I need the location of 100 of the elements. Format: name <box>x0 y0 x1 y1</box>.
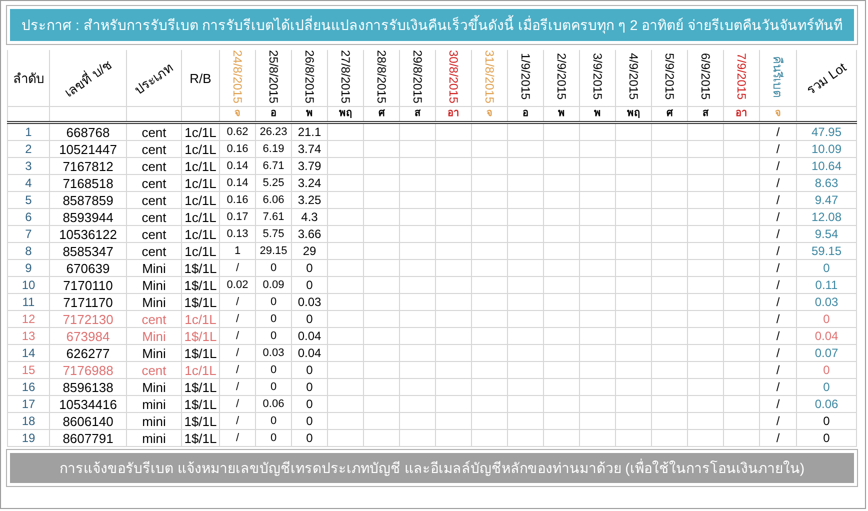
table-cell: Mini <box>126 260 182 277</box>
table-cell: 8587859 <box>50 192 126 209</box>
date-header: 4/9/2015 <box>626 53 640 100</box>
table-cell: 10.09 <box>796 140 856 158</box>
weekday-label: อ <box>522 108 528 120</box>
table-cell: 0.06 <box>796 396 856 413</box>
table-cell: 10536122 <box>50 226 126 243</box>
table-cell: / <box>760 226 796 243</box>
table-cell: mini <box>126 396 182 413</box>
table-cell: 626277 <box>50 344 126 362</box>
table-cell: 0 <box>256 412 292 430</box>
table-cell: cent <box>126 310 182 328</box>
table-cell: 5.25 <box>256 174 292 192</box>
table-cell: cent <box>126 226 182 243</box>
date-header: 27/8/2015 <box>338 50 352 104</box>
table-cell: 11 <box>8 294 50 311</box>
table-cell: 4 <box>8 174 50 192</box>
table-cell: / <box>220 344 256 362</box>
table-cell: 0 <box>292 378 328 396</box>
table-cell: 6.71 <box>256 158 292 175</box>
weekday-label: ส <box>702 108 708 120</box>
column-header: ลำดับ <box>13 70 44 86</box>
table-cell: / <box>760 140 796 158</box>
table-cell: 0.16 <box>220 192 256 209</box>
table-cell: 0.06 <box>256 396 292 413</box>
table-cell: 0.13 <box>220 226 256 243</box>
table-cell: mini <box>126 412 182 430</box>
table-cell: 0.11 <box>796 276 856 294</box>
table-cell: 59.15 <box>796 242 856 260</box>
table-cell: 0.04 <box>796 328 856 345</box>
table-cell: 6.19 <box>256 140 292 158</box>
table-cell: 0.03 <box>292 294 328 311</box>
table-cell: / <box>760 294 796 311</box>
table-cell: 14 <box>8 344 50 362</box>
table-cell: 1c/1L <box>182 140 220 158</box>
table-cell: 10 <box>8 276 50 294</box>
table-cell: 0.04 <box>292 344 328 362</box>
table-cell: cent <box>126 174 182 192</box>
table-cell: 7167812 <box>50 158 126 175</box>
table-cell: 0 <box>256 294 292 311</box>
table-cell: cent <box>126 208 182 226</box>
table-cell: 3 <box>8 158 50 175</box>
table-cell: / <box>760 174 796 192</box>
table-cell: 18 <box>8 412 50 430</box>
table-cell: 1c/1L <box>182 192 220 209</box>
table-cell: 0 <box>796 260 856 277</box>
table-cell: Mini <box>126 294 182 311</box>
table-cell: 6 <box>8 208 50 226</box>
table-cell: 8593944 <box>50 208 126 226</box>
date-header: 7/9/2015 <box>734 53 748 100</box>
table-cell: / <box>760 412 796 430</box>
table-cell: 8606140 <box>50 412 126 430</box>
table-cell: / <box>220 362 256 379</box>
footer-banner: การแจ้งขอรับรีเบต แจ้งหมายเลขบัญชีเทรดประเภทบัญชี และอีเมลล์บัญชีหลักของท่านมาด้วย (เพื่อใช้ในการโอนเงินภายใน) <box>7 450 857 486</box>
table-cell: 3.74 <box>292 140 328 158</box>
table-cell: 0.14 <box>220 158 256 175</box>
table-cell: 0 <box>292 412 328 430</box>
table-cell: 0 <box>796 378 856 396</box>
table-cell: 8.63 <box>796 174 856 192</box>
table-cell: 1c/1L <box>182 208 220 226</box>
table-cell: 1c/1L <box>182 362 220 379</box>
date-header: 24/8/2015 <box>230 50 244 104</box>
weekday-label: อา <box>736 108 748 120</box>
table-cell: 7172130 <box>50 310 126 328</box>
table-cell: 1$/1L <box>182 344 220 362</box>
table-cell: 1$/1L <box>182 328 220 345</box>
table-cell: 7171170 <box>50 294 126 311</box>
column-header: รวม Lot <box>802 58 850 100</box>
table-cell: 1$/1L <box>182 430 220 447</box>
table-cell: 0.04 <box>292 328 328 345</box>
table-cell: / <box>220 396 256 413</box>
table-cell: 0.16 <box>220 140 256 158</box>
table-cell: / <box>220 430 256 447</box>
table-cell: 8585347 <box>50 242 126 260</box>
table-cell: Mini <box>126 276 182 294</box>
table-cell: 19 <box>8 430 50 447</box>
table-cell: 0 <box>256 328 292 345</box>
table-cell: 1c/1L <box>182 122 220 141</box>
date-header: 3/9/2015 <box>590 53 604 100</box>
weekday-label: พฤ <box>627 108 640 120</box>
table-cell: cent <box>126 362 182 379</box>
date-header: 29/8/2015 <box>410 50 424 104</box>
table-cell: 10.64 <box>796 158 856 175</box>
table-cell: 668768 <box>50 122 126 141</box>
table-cell: / <box>760 276 796 294</box>
weekday-label: จ <box>775 108 781 120</box>
table-cell: 1$/1L <box>182 378 220 396</box>
table-cell: 0 <box>796 310 856 328</box>
table-cell: 7176988 <box>50 362 126 379</box>
table-cell: 2 <box>8 140 50 158</box>
table-cell: 29.15 <box>256 242 292 260</box>
table-cell: 3.66 <box>292 226 328 243</box>
table-cell: / <box>760 260 796 277</box>
table-cell: 1 <box>8 122 50 141</box>
table-cell: / <box>220 328 256 345</box>
table-cell: 0.62 <box>220 122 256 141</box>
table-cell: 1c/1L <box>182 242 220 260</box>
table-cell: / <box>220 310 256 328</box>
weekday-label: อ <box>270 108 276 120</box>
weekday-label: พ <box>594 108 601 120</box>
